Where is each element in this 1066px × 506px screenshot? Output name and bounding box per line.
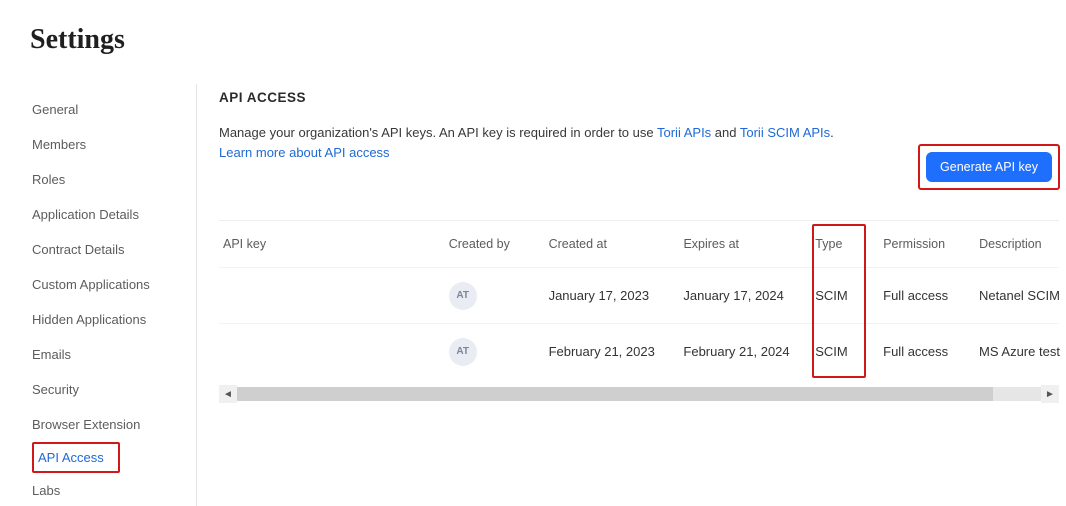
col-header-created-by[interactable]: Created by: [449, 237, 549, 251]
cell-created-by: AT: [449, 338, 549, 366]
cell-description: Netanel SCIM: [979, 288, 1059, 303]
col-header-permission[interactable]: Permission: [883, 237, 979, 251]
col-header-description[interactable]: Description: [979, 237, 1059, 251]
table-header-row: API key Created by Created at Expires at…: [219, 221, 1059, 267]
cell-expires-at: January 17, 2024: [683, 288, 815, 303]
col-header-api-key[interactable]: API key: [219, 237, 449, 251]
sidebar-item-security[interactable]: Security: [32, 372, 184, 407]
sidebar-item-contract-details[interactable]: Contract Details: [32, 232, 184, 267]
scroll-track[interactable]: [237, 387, 1041, 401]
sidebar-item-general[interactable]: General: [32, 92, 184, 127]
table-row[interactable]: AT February 21, 2023 February 21, 2024 S…: [219, 323, 1059, 379]
link-torii-scim-apis[interactable]: Torii SCIM APIs: [740, 125, 830, 140]
cell-type: SCIM: [815, 288, 883, 303]
cell-permission: Full access: [883, 288, 979, 303]
intro-text-mid: and: [711, 125, 740, 140]
cell-created-by: AT: [449, 282, 549, 310]
section-intro: Manage your organization's API keys. An …: [219, 123, 939, 162]
link-learn-more-api-access[interactable]: Learn more about API access: [219, 145, 390, 160]
cell-type: SCIM: [815, 344, 883, 359]
scroll-thumb[interactable]: [237, 387, 993, 401]
scroll-left-icon[interactable]: ◄: [219, 385, 237, 403]
api-keys-table: API key Created by Created at Expires at…: [219, 220, 1066, 403]
main-content: API ACCESS Manage your organization's AP…: [197, 84, 1066, 506]
sidebar-item-labs[interactable]: Labs: [32, 473, 184, 506]
intro-text-prefix: Manage your organization's API keys. An …: [219, 125, 657, 140]
sidebar-item-custom-applications[interactable]: Custom Applications: [32, 267, 184, 302]
link-torii-apis[interactable]: Torii APIs: [657, 125, 711, 140]
table-row[interactable]: AT January 17, 2023 January 17, 2024 SCI…: [219, 267, 1059, 323]
cell-expires-at: February 21, 2024: [683, 344, 815, 359]
avatar: AT: [449, 282, 477, 310]
cell-permission: Full access: [883, 344, 979, 359]
sidebar-item-api-access[interactable]: API Access: [38, 446, 104, 469]
page-title: Settings: [0, 0, 1066, 56]
sidebar-item-hidden-applications[interactable]: Hidden Applications: [32, 302, 184, 337]
annotation-highlight-api-access: API Access: [32, 442, 120, 473]
horizontal-scrollbar[interactable]: ◄ ►: [219, 385, 1059, 403]
col-header-type[interactable]: Type: [815, 237, 883, 251]
sidebar-item-members[interactable]: Members: [32, 127, 184, 162]
col-header-expires-at[interactable]: Expires at: [683, 237, 815, 251]
sidebar-item-browser-extension[interactable]: Browser Extension: [32, 407, 184, 442]
scroll-right-icon[interactable]: ►: [1041, 385, 1059, 403]
cell-description: MS Azure test: [979, 344, 1059, 359]
intro-text-suffix: .: [830, 125, 834, 140]
cell-created-at: January 17, 2023: [549, 288, 684, 303]
sidebar-item-emails[interactable]: Emails: [32, 337, 184, 372]
generate-api-key-button[interactable]: Generate API key: [926, 152, 1052, 182]
cell-created-at: February 21, 2023: [549, 344, 684, 359]
col-header-created-at[interactable]: Created at: [549, 237, 684, 251]
section-title: API ACCESS: [219, 84, 1066, 105]
sidebar-item-roles[interactable]: Roles: [32, 162, 184, 197]
sidebar-item-application-details[interactable]: Application Details: [32, 197, 184, 232]
settings-sidebar: General Members Roles Application Detail…: [0, 84, 197, 506]
avatar: AT: [449, 338, 477, 366]
annotation-highlight-generate: Generate API key: [918, 144, 1060, 190]
